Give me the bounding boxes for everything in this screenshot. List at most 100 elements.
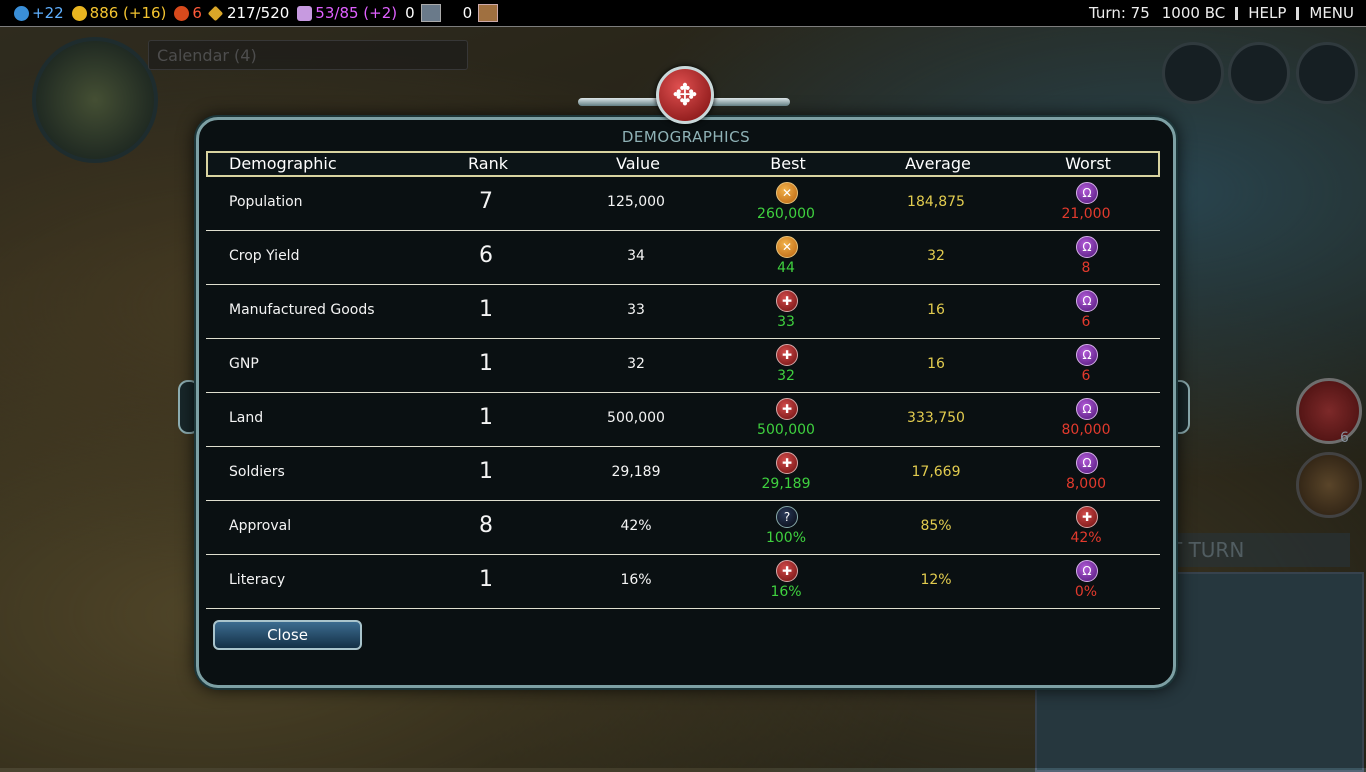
civ-emblem-icon: ✥ <box>656 66 714 124</box>
red-civ-icon[interactable]: ✚ <box>776 452 798 474</box>
purple-civ-icon[interactable]: Ω <box>1076 182 1098 204</box>
table-row[interactable]: Population 7 125,000 ✕ 260,000 184,875 Ω 21,000 <box>206 177 1160 231</box>
average-value: 32 <box>927 248 945 264</box>
help-button[interactable]: HELP <box>1248 4 1286 22</box>
science-icon <box>14 5 29 21</box>
average-value: 17,669 <box>911 464 961 480</box>
menu-button[interactable]: MENU <box>1309 4 1354 22</box>
rank-value: 7 <box>479 189 493 214</box>
average-value: 12% <box>920 572 952 588</box>
best-value: 32 <box>777 368 795 384</box>
player-value: 32 <box>627 356 645 372</box>
purple-civ-icon[interactable]: Ω <box>1076 344 1098 366</box>
average-value: 184,875 <box>907 194 965 210</box>
unhappy-face-icon <box>174 5 190 21</box>
happiness-value: 6 <box>192 4 202 22</box>
happiness-stat[interactable]: 6 <box>174 4 202 22</box>
purple-civ-icon[interactable]: Ω <box>1076 398 1098 420</box>
close-button[interactable]: Close <box>213 620 362 650</box>
demographic-name: Land <box>229 410 264 426</box>
culture-stat[interactable]: 217/520 <box>207 4 290 22</box>
worst-value: 6 <box>1081 368 1091 384</box>
culture-value: 217/520 <box>226 4 290 22</box>
demographic-name: Crop Yield <box>229 248 300 264</box>
purple-civ-icon[interactable]: Ω <box>1076 452 1098 474</box>
rank-value: 8 <box>479 513 493 538</box>
faith-icon <box>297 5 313 21</box>
rank-value: 1 <box>479 297 493 322</box>
demographic-name: Literacy <box>229 572 286 588</box>
best-value: 100% <box>765 530 807 546</box>
culture-icon <box>207 5 224 21</box>
red-civ-icon[interactable]: ✚ <box>776 344 798 366</box>
worst-value: 80,000 <box>1061 422 1111 438</box>
unknown-civ-icon[interactable]: ? <box>776 506 798 528</box>
separator <box>1235 6 1239 20</box>
red-civ-icon[interactable]: ✚ <box>776 290 798 312</box>
rank-value: 1 <box>479 459 493 484</box>
top-resource-bar: +22 886 (+16) 6 217/520 53/85 (+2) 0 0 T… <box>0 0 1366 27</box>
trade-routes-stat[interactable]: 0 <box>405 4 441 22</box>
trade-route-icon <box>420 4 441 22</box>
tourism-stat[interactable]: 0 <box>463 4 499 22</box>
player-value: 34 <box>627 248 645 264</box>
red-civ-icon[interactable]: ✚ <box>776 398 798 420</box>
table-row[interactable]: GNP 1 32 ✚ 32 16 Ω 6 <box>206 339 1160 393</box>
science-stat[interactable]: +22 <box>14 4 64 22</box>
table-header: Demographic Rank Value Best Average Wors… <box>206 151 1160 177</box>
faith-value: 53/85 (+2) <box>315 4 398 22</box>
red-civ-icon[interactable]: ✚ <box>1076 506 1098 528</box>
best-value: 500,000 <box>757 422 815 438</box>
average-value: 16 <box>927 302 945 318</box>
tourism-icon <box>478 4 499 22</box>
best-value: 16% <box>770 584 802 600</box>
best-value: 33 <box>777 314 795 330</box>
rank-value: 1 <box>479 405 493 430</box>
header-value: Value <box>616 154 660 173</box>
player-value: 125,000 <box>607 194 665 210</box>
demographic-name: GNP <box>229 356 259 372</box>
purple-civ-icon[interactable]: Ω <box>1076 236 1098 258</box>
average-value: 16 <box>927 356 945 372</box>
worst-value: 8 <box>1081 260 1091 276</box>
header-average: Average <box>905 154 971 173</box>
table-row[interactable]: Manufactured Goods 1 33 ✚ 33 16 Ω 6 <box>206 285 1160 339</box>
demographic-name: Manufactured Goods <box>229 302 375 318</box>
science-value: +22 <box>32 4 64 22</box>
table-row[interactable]: Literacy 1 16% ✚ 16% 12% Ω 0% <box>206 555 1160 609</box>
year-label: 1000 BC <box>1161 4 1226 22</box>
faith-stat[interactable]: 53/85 (+2) <box>297 4 397 22</box>
demographic-name: Population <box>229 194 303 210</box>
purple-civ-icon[interactable]: Ω <box>1076 560 1098 582</box>
header-rank: Rank <box>468 154 508 173</box>
average-value: 85% <box>920 518 952 534</box>
header-demographic: Demographic <box>229 154 337 173</box>
player-value: 42% <box>620 518 652 534</box>
gold-icon <box>71 5 87 21</box>
worst-value: 8,000 <box>1065 476 1107 492</box>
orange-civ-icon[interactable]: ✕ <box>776 182 798 204</box>
best-value: 44 <box>777 260 795 276</box>
rank-value: 1 <box>479 351 493 376</box>
turn-counter: Turn: 75 <box>1089 4 1150 22</box>
worst-value: 42% <box>1070 530 1102 546</box>
table-row[interactable]: Crop Yield 6 34 ✕ 44 32 Ω 8 <box>206 231 1160 285</box>
average-value: 333,750 <box>907 410 965 426</box>
player-value: 33 <box>627 302 645 318</box>
gold-stat[interactable]: 886 (+16) <box>71 4 166 22</box>
worst-value: 21,000 <box>1061 206 1111 222</box>
worst-value: 0% <box>1074 584 1098 600</box>
red-civ-icon[interactable]: ✚ <box>776 560 798 582</box>
worst-value: 6 <box>1081 314 1091 330</box>
purple-civ-icon[interactable]: Ω <box>1076 290 1098 312</box>
top-right-controls: Turn: 75 1000 BC HELP MENU <box>1089 0 1354 26</box>
best-value: 29,189 <box>761 476 811 492</box>
orange-civ-icon[interactable]: ✕ <box>776 236 798 258</box>
demographic-name: Approval <box>229 518 292 534</box>
table-row[interactable]: Soldiers 1 29,189 ✚ 29,189 17,669 Ω 8,000 <box>206 447 1160 501</box>
table-row[interactable]: Approval 8 42%? 100% 85% ✚ 42% <box>206 501 1160 555</box>
player-value: 29,189 <box>611 464 661 480</box>
table-row[interactable]: Land 1 500,000 ✚ 500,000 333,750 Ω 80,000 <box>206 393 1160 447</box>
demographic-name: Soldiers <box>229 464 285 480</box>
player-value: 16% <box>620 572 652 588</box>
